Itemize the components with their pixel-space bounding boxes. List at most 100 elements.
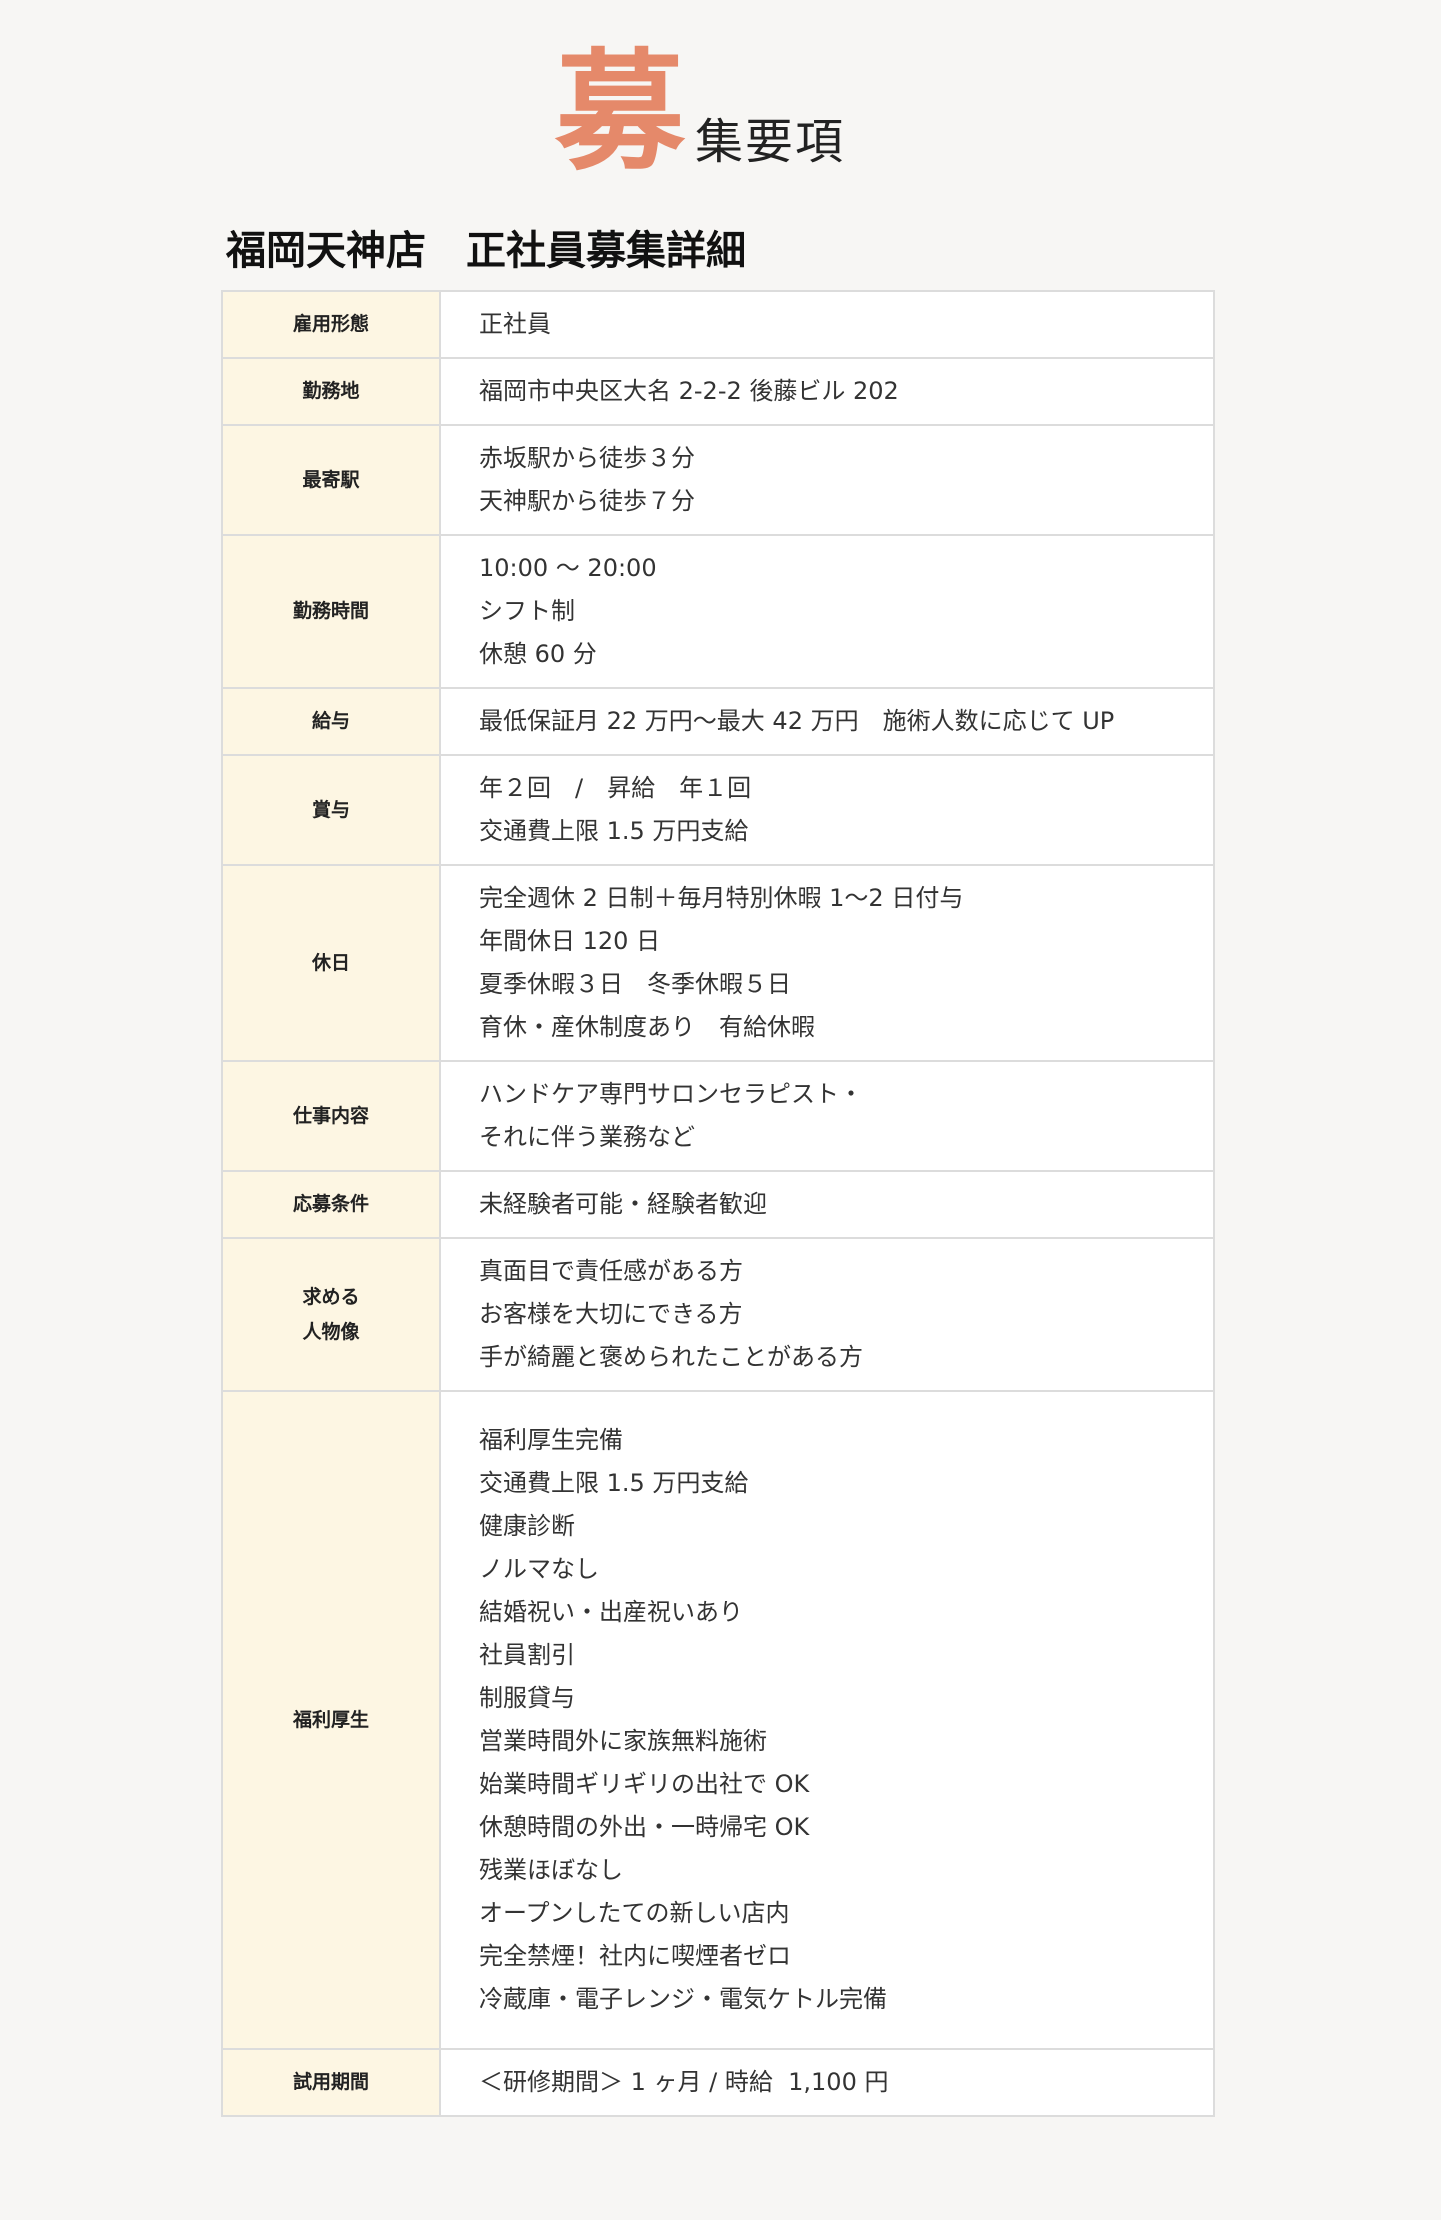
row-label-text: 給与 bbox=[311, 710, 350, 732]
row-label-text: 福利厚生 bbox=[292, 1708, 369, 1731]
row-label-text: 賞与 bbox=[311, 798, 350, 821]
row-value-cell: 真面目で責任感がある方 お客様を大切にできる方手が綺麗と褒められたことがある方 bbox=[440, 1237, 1214, 1392]
row-value-line: 福利厚生完備 bbox=[479, 1426, 623, 1454]
row-label-text: 応募条件 bbox=[292, 1193, 369, 1215]
row-value-line: 真面目で責任感がある方 bbox=[479, 1257, 743, 1285]
row-label-cell: 休日 bbox=[222, 864, 441, 1062]
table-row: 休日 完全週休 2 日制＋毎月特別休暇 1〜2 日付与 年間休日 120 日夏季休暇… bbox=[222, 864, 1214, 1062]
details-table-body: 雇用形態 正社員勤務地 福岡市中央区大名 2-2-2 後藤ビル 202 最寄駅 赤坂駅か… bbox=[222, 290, 1214, 2117]
row-value-line: 冷蔵庫・電子レンジ・電気ケトル完備 bbox=[479, 1985, 887, 2013]
row-value-line: 結婚祝い・出産祝いあり bbox=[479, 1598, 743, 1626]
table-row: 試用期間 ＜研修期間＞ 1 ヶ月 / 時給 1,100 円 bbox=[222, 2048, 1214, 2117]
row-value-line: 完全禁煙！社内に喫煙者ゼロ bbox=[479, 1942, 791, 1970]
table-row: 福利厚生 福利厚生完備交通費上限 1.5 万円支給 健康診断ノルマなし結婚祝い・出産… bbox=[222, 1390, 1214, 2050]
row-value-line: 始業時間ギリギリの出社で OK bbox=[479, 1770, 810, 1798]
row-value-line: 制服貸与 bbox=[479, 1684, 575, 1712]
table-row: 最寄駅 赤坂駅から徒歩３分 天神駅から徒歩７分 bbox=[222, 424, 1214, 536]
row-value-line: 育休・産休制度あり 有給休暇 bbox=[479, 1013, 815, 1041]
row-value-cell: 最低保証月 22 万円〜最大 42 万円 施術人数に応じて UP bbox=[440, 687, 1214, 756]
row-value-line: 福岡市中央区大名 2-2-2 後藤ビル 202 bbox=[479, 377, 899, 405]
row-label: 最寄駅 bbox=[302, 463, 359, 498]
row-label-text: 勤務地 bbox=[302, 380, 360, 402]
heading-accent-char: 募 bbox=[555, 36, 686, 188]
row-label-cell: 勤務地 bbox=[222, 357, 441, 426]
row-value-line: 残業ほぼなし bbox=[479, 1856, 623, 1884]
row-value-line: 10:00 ～ 20:00 bbox=[479, 554, 657, 582]
recruitment-details-table: 雇用形態 正社員勤務地 福岡市中央区大名 2-2-2 後藤ビル 202 最寄駅 赤坂駅か… bbox=[221, 290, 1215, 2117]
heading-text: 集要項 bbox=[695, 114, 846, 170]
row-value-cell: 10:00 ～ 20:00 シフト制休憩 60 分 bbox=[440, 534, 1214, 689]
row-value-cell: 未経験者可能・経験者歓迎 bbox=[440, 1170, 1214, 1239]
row-label: 応募条件 bbox=[293, 1187, 369, 1222]
row-label-text: 試用期間 bbox=[292, 2071, 369, 2093]
row-value-line: 交通費上限 1.5 万円支給 bbox=[479, 1469, 749, 1497]
row-label: 給与 bbox=[312, 704, 350, 739]
row-value-line: 休憩 60 分 bbox=[479, 640, 597, 668]
row-label: 試用期間 bbox=[293, 2065, 369, 2100]
row-value-line: オープンしたての新しい店内 bbox=[479, 1899, 790, 1927]
row-value-line: 完全週休 2 日制＋毎月特別休暇 1〜2 日付与 bbox=[479, 884, 964, 912]
row-value-line: 手が綺麗と褒められたことがある方 bbox=[479, 1343, 863, 1371]
page-heading: 募 集要項 bbox=[555, 42, 845, 182]
row-label: 勤務時間 bbox=[293, 594, 369, 629]
row-label-text: 人物像 bbox=[302, 1320, 360, 1343]
row-label-text: 仕事内容 bbox=[292, 1104, 369, 1127]
table-row: 求める人物像 真面目で責任感がある方 お客様を大切にできる方手が綺麗と褒められたこと… bbox=[222, 1237, 1214, 1392]
row-value-cell: ＜研修期間＞ 1 ヶ月 / 時給 1,100 円 bbox=[440, 2048, 1214, 2117]
row-value-cell: 完全週休 2 日制＋毎月特別休暇 1〜2 日付与 年間休日 120 日夏季休暇３日… bbox=[440, 864, 1214, 1062]
row-value-line: 営業時間外に家族無料施術 bbox=[479, 1727, 767, 1755]
row-value-line: 正社員 bbox=[479, 310, 551, 338]
table-row: 給与 最低保証月 22 万円〜最大 42 万円 施術人数に応じて UP bbox=[222, 687, 1214, 756]
table-row: 応募条件 未経験者可能・経験者歓迎 bbox=[222, 1170, 1214, 1239]
row-value-line: それに伴う業務など bbox=[479, 1123, 695, 1151]
row-value-line: 休憩時間の外出・一時帰宅 OK bbox=[479, 1813, 810, 1841]
row-value-cell: 福利厚生完備交通費上限 1.5 万円支給 健康診断ノルマなし結婚祝い・出産祝いあり… bbox=[440, 1390, 1214, 2050]
row-value-line: ＜研修期間＞ 1 ヶ月 / 時給 1,100 円 bbox=[479, 2068, 889, 2096]
table-row: 勤務地 福岡市中央区大名 2-2-2 後藤ビル 202 bbox=[222, 357, 1214, 426]
row-label-cell: 仕事内容 bbox=[222, 1060, 441, 1172]
row-label-cell: 最寄駅 bbox=[222, 424, 441, 536]
row-label: 福利厚生 bbox=[293, 1703, 369, 1738]
row-value-cell: 年２回 / 昇給 年１回 交通費上限 1.5 万円支給 bbox=[440, 754, 1214, 866]
row-label-cell: 勤務時間 bbox=[222, 534, 441, 689]
row-label: 賞与 bbox=[312, 793, 350, 828]
row-label: 勤務地 bbox=[302, 374, 359, 409]
table-row: 勤務時間 10:00 ～ 20:00 シフト制休憩 60 分 bbox=[222, 534, 1214, 689]
row-value-line: シフト制 bbox=[479, 597, 575, 625]
row-value-line: 年間休日 120 日 bbox=[479, 927, 661, 955]
row-value-line: ハンドケア専門サロンセラピスト・ bbox=[479, 1080, 863, 1108]
row-value-line: お客様を大切にできる方 bbox=[479, 1300, 743, 1328]
row-value-cell: 赤坂駅から徒歩３分 天神駅から徒歩７分 bbox=[440, 424, 1214, 536]
row-value-line: ノルマなし bbox=[479, 1555, 599, 1583]
row-label-text: 求める bbox=[302, 1285, 360, 1308]
row-value-line: 最低保証月 22 万円〜最大 42 万円 施術人数に応じて UP bbox=[479, 707, 1115, 735]
row-label-text: 最寄駅 bbox=[302, 468, 360, 491]
row-label-text: 休日 bbox=[311, 951, 350, 974]
row-value-line: 健康診断 bbox=[479, 1512, 575, 1540]
row-label-cell: 給与 bbox=[222, 687, 441, 756]
row-label-cell: 試用期間 bbox=[222, 2048, 441, 2117]
row-label-text: 雇用形態 bbox=[292, 313, 369, 335]
row-label-cell: 応募条件 bbox=[222, 1170, 441, 1239]
row-label: 休日 bbox=[312, 946, 350, 981]
row-value-line: 赤坂駅から徒歩３分 bbox=[479, 444, 695, 472]
row-value-cell: ハンドケア専門サロンセラピスト・ それに伴う業務など bbox=[440, 1060, 1214, 1172]
row-value-line: 未経験者可能・経験者歓迎 bbox=[479, 1190, 767, 1218]
row-label-cell: 賞与 bbox=[222, 754, 441, 866]
row-value-line: 交通費上限 1.5 万円支給 bbox=[479, 817, 749, 845]
row-value-line: 年２回 / 昇給 年１回 bbox=[479, 774, 752, 802]
row-value-line: 天神駅から徒歩７分 bbox=[479, 487, 695, 515]
row-label: 雇用形態 bbox=[293, 307, 369, 342]
page-subtitle: 福岡天神店 正社員募集詳細 bbox=[226, 228, 746, 274]
table-row: 賞与 年２回 / 昇給 年１回 交通費上限 1.5 万円支給 bbox=[222, 754, 1214, 866]
table-row: 仕事内容 ハンドケア専門サロンセラピスト・ それに伴う業務など bbox=[222, 1060, 1214, 1172]
table-row: 雇用形態 正社員 bbox=[222, 290, 1214, 359]
row-label-text: 勤務時間 bbox=[292, 600, 369, 622]
row-label-cell: 雇用形態 bbox=[222, 290, 441, 359]
row-label: 求める 人物像 bbox=[302, 1280, 359, 1350]
row-label: 仕事内容 bbox=[293, 1099, 369, 1134]
row-value-cell: 正社員 bbox=[440, 290, 1214, 359]
row-value-line: 社員割引 bbox=[479, 1641, 575, 1669]
row-label-cell: 福利厚生 bbox=[222, 1390, 441, 2050]
row-label-cell: 求める 人物像 bbox=[222, 1237, 441, 1392]
